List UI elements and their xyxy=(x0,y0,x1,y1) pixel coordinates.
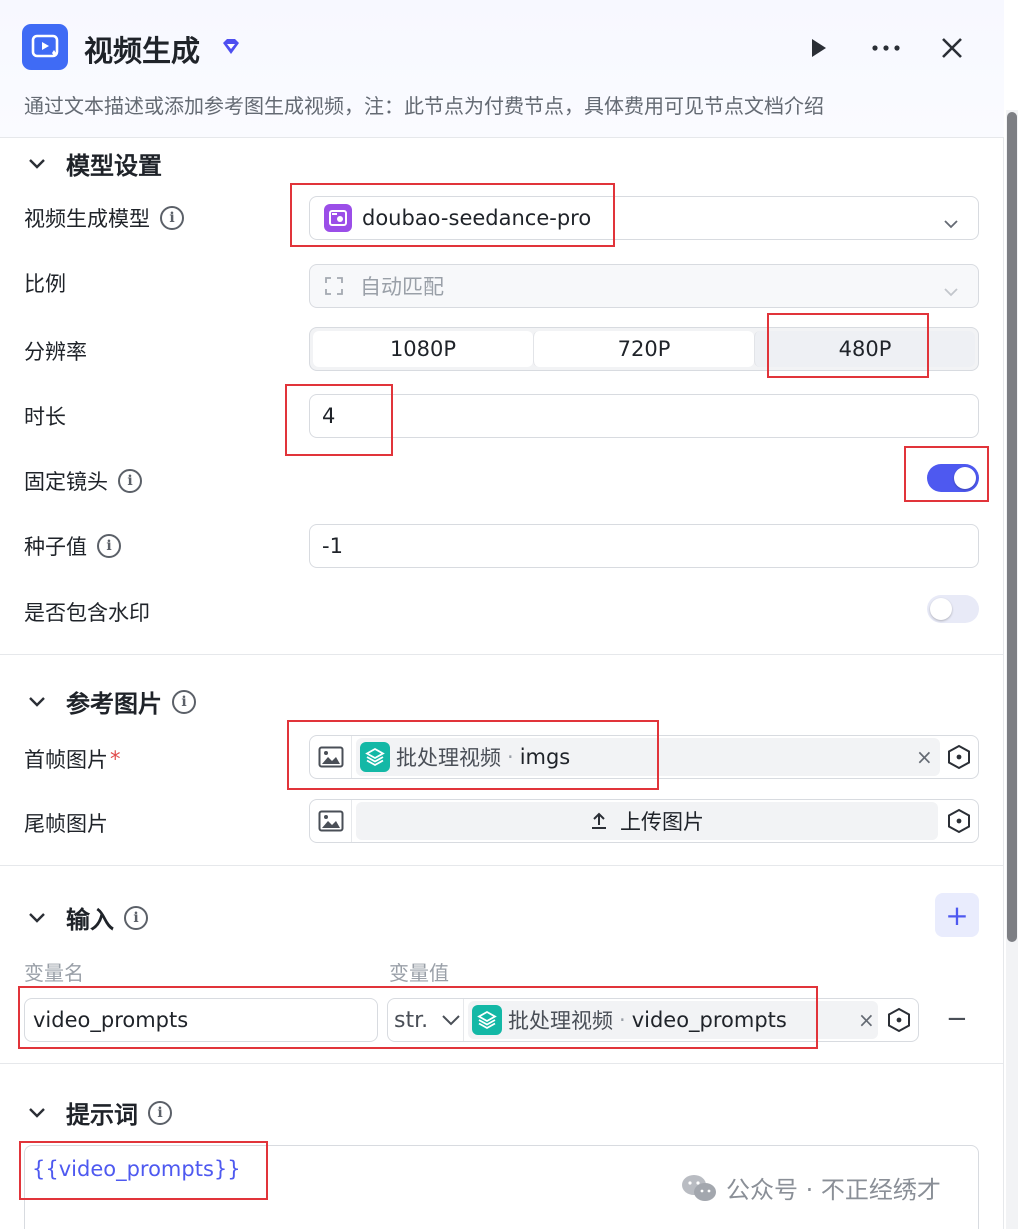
ratio-select[interactable]: 自动匹配 xyxy=(309,264,979,308)
fixed-camera-label-row: 固定镜头 i xyxy=(24,466,142,496)
seed-label-row: 种子值 i xyxy=(24,531,121,561)
aspect-ratio-icon xyxy=(324,276,344,296)
model-value: doubao-seedance-pro xyxy=(362,206,592,230)
chevron-down-icon xyxy=(442,1014,460,1026)
toggle-knob xyxy=(954,467,976,489)
upload-icon xyxy=(590,812,608,830)
ratio-label: 比例 xyxy=(24,272,66,296)
close-icon[interactable] xyxy=(934,30,970,66)
ref-variable-name: video_prompts xyxy=(631,1008,787,1032)
section-divider xyxy=(0,654,1004,655)
variable-picker-icon[interactable] xyxy=(946,744,972,770)
variable-name-input[interactable]: video_prompts xyxy=(24,998,378,1042)
type-select[interactable]: str. xyxy=(388,999,464,1041)
scrollbar-thumb[interactable] xyxy=(1007,112,1017,942)
ref-separator: · xyxy=(507,745,514,769)
section-model-settings[interactable]: 模型设置 xyxy=(26,146,162,181)
node-description: 通过文本描述或添加参考图生成视频，注：此节点为付费节点，具体费用可见节点文档介绍 xyxy=(24,94,824,118)
info-icon[interactable]: i xyxy=(148,1100,172,1125)
clear-reference-icon[interactable]: × xyxy=(916,745,933,769)
last-frame-field[interactable]: 上传图片 xyxy=(309,799,979,843)
resolution-segmented-control: 1080P 720P 480P xyxy=(309,327,979,371)
section-prompt[interactable]: 提示词 i xyxy=(26,1095,172,1130)
ref-node-name: 批处理视频 xyxy=(396,746,501,770)
resolution-option-480p[interactable]: 480P xyxy=(754,331,975,367)
resolution-option-720p[interactable]: 720P xyxy=(533,331,754,367)
variable-picker-icon[interactable] xyxy=(946,808,972,834)
prompt-content: {{video_prompts}} xyxy=(32,1157,241,1181)
model-logo-icon xyxy=(324,204,352,232)
first-frame-label: 首帧图片 xyxy=(24,748,108,772)
more-options-icon[interactable] xyxy=(868,30,904,66)
variable-reference-tag[interactable]: 批处理视频 · video_prompts xyxy=(468,1001,878,1039)
section-divider xyxy=(0,865,1004,866)
first-frame-label-row: 首帧图片 * xyxy=(24,744,121,774)
fixed-camera-label: 固定镜头 xyxy=(24,470,108,494)
fixed-camera-toggle[interactable] xyxy=(927,464,979,492)
watermark-toggle[interactable] xyxy=(927,595,979,623)
wechat-icon xyxy=(680,1173,718,1203)
ratio-value: 自动匹配 xyxy=(360,275,444,299)
remove-variable-button[interactable]: − xyxy=(946,1004,968,1034)
node-config-panel: 视频生成 通过文本描述或添加参考图生成视频，注：此节点为付费节点，具体费用可见节… xyxy=(0,0,1004,1229)
chevron-down-icon[interactable] xyxy=(26,153,48,175)
clear-reference-icon[interactable]: × xyxy=(858,1008,875,1032)
chevron-down-icon[interactable] xyxy=(26,907,48,929)
toggle-knob xyxy=(930,598,952,620)
chevron-down-icon[interactable] xyxy=(26,691,48,713)
layers-icon xyxy=(472,1005,502,1035)
resolution-option-1080p[interactable]: 1080P xyxy=(313,331,533,367)
ref-variable-name: imgs xyxy=(519,745,571,769)
section-title: 提示词 xyxy=(66,1101,138,1129)
image-icon[interactable] xyxy=(310,800,352,842)
panel-header: 视频生成 通过文本描述或添加参考图生成视频，注：此节点为付费节点，具体费用可见节… xyxy=(0,0,1004,138)
first-frame-field[interactable]: 批处理视频 · imgs × xyxy=(309,735,979,779)
watermark-label: 是否包含水印 xyxy=(24,601,150,625)
chevron-down-icon xyxy=(944,278,958,302)
model-label: 视频生成模型 xyxy=(24,207,150,231)
section-title: 模型设置 xyxy=(66,152,162,180)
last-frame-label: 尾帧图片 xyxy=(24,812,108,836)
duration-label: 时长 xyxy=(24,405,66,429)
info-icon[interactable]: i xyxy=(160,206,184,230)
type-value: str. xyxy=(394,1007,429,1033)
section-reference-images[interactable]: 参考图片 i xyxy=(26,684,196,719)
layers-icon xyxy=(360,742,390,772)
column-header-name: 变量名 xyxy=(24,961,84,985)
info-icon[interactable]: i xyxy=(97,534,121,558)
section-input[interactable]: 输入 i xyxy=(26,900,148,935)
ref-separator: · xyxy=(619,1008,626,1032)
column-header-value: 变量值 xyxy=(389,961,449,985)
wechat-watermark: 公众号 · 不正经绣才 xyxy=(680,1170,941,1205)
info-icon[interactable]: i xyxy=(124,905,148,930)
chevron-down-icon[interactable] xyxy=(26,1102,48,1124)
info-icon[interactable]: i xyxy=(118,469,142,493)
section-divider xyxy=(0,1063,1004,1064)
run-play-icon[interactable] xyxy=(800,30,836,66)
seed-input[interactable]: -1 xyxy=(309,524,979,568)
add-variable-button[interactable]: + xyxy=(935,893,979,937)
resolution-label: 分辨率 xyxy=(24,340,87,364)
info-icon[interactable]: i xyxy=(172,689,196,714)
model-label-row: 视频生成模型 i xyxy=(24,203,184,233)
node-title: 视频生成 xyxy=(84,34,201,68)
chevron-down-icon xyxy=(944,210,958,234)
model-select[interactable]: doubao-seedance-pro xyxy=(309,196,979,240)
upload-image-button[interactable]: 上传图片 xyxy=(356,802,938,840)
video-node-icon xyxy=(22,24,68,70)
required-mark: * xyxy=(110,747,121,771)
watermark-text: 公众号 · 不正经绣才 xyxy=(726,1176,941,1204)
upload-label: 上传图片 xyxy=(620,810,704,834)
image-icon[interactable] xyxy=(310,736,352,778)
section-title: 输入 xyxy=(66,906,114,934)
seed-label: 种子值 xyxy=(24,535,87,559)
variable-picker-icon[interactable] xyxy=(886,1007,912,1033)
premium-gem-icon xyxy=(221,38,241,60)
duration-input[interactable]: 4 xyxy=(309,394,979,438)
variable-reference-tag[interactable]: 批处理视频 · imgs xyxy=(356,738,940,776)
section-title: 参考图片 xyxy=(66,690,162,718)
ref-node-name: 批处理视频 xyxy=(508,1009,613,1033)
variable-value-field[interactable]: str. 批处理视频 · video_prompts × xyxy=(387,998,919,1042)
